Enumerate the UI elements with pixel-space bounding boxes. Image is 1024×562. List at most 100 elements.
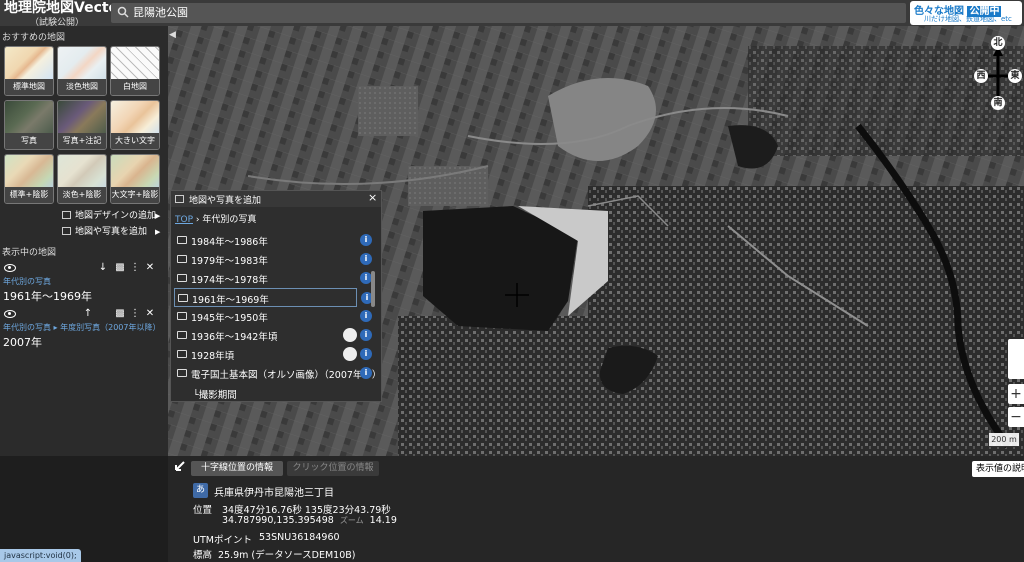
list-item-label: 1928年頃 xyxy=(191,351,235,362)
map-thumb-image xyxy=(5,155,53,189)
list-item[interactable]: 1928年頃 i xyxy=(174,345,372,364)
collapse-sidebar-button[interactable]: ◀ xyxy=(169,30,176,40)
map-thumb-label: 淡色+陰影 xyxy=(58,187,106,203)
list-item-label: 電子国土基本図（オルソ画像）（2007年〜） xyxy=(191,370,382,381)
pencil-icon[interactable] xyxy=(343,328,357,342)
map-thumb-photo-annotated[interactable]: 写真+注記 xyxy=(57,100,107,150)
map-thumb-standard-relief[interactable]: 標準+陰影 xyxy=(4,154,54,204)
compass-north: 北 xyxy=(991,36,1005,50)
map-thumb-photo[interactable]: 写真 xyxy=(4,100,54,150)
map-thumb-image xyxy=(111,101,159,135)
chevron-right-icon: ▶ xyxy=(155,228,161,236)
close-icon[interactable]: ✕ xyxy=(145,262,155,273)
list-item[interactable]: 1945年〜1950年 i xyxy=(174,307,372,326)
list-item[interactable]: 電子国土基本図（オルソ画像）（2007年〜） i xyxy=(174,364,381,383)
list-item[interactable]: 1984年〜1986年 i xyxy=(174,231,372,250)
info-icon[interactable]: i xyxy=(360,348,372,360)
pencil-icon[interactable] xyxy=(343,347,357,361)
map-thumb-image xyxy=(58,47,106,81)
layer-name: 1961年〜1969年 xyxy=(3,290,92,303)
position-decimal: 34.787990,135.395498 ズーム 14.19 xyxy=(222,515,397,526)
map-thumb-pale[interactable]: 淡色地図 xyxy=(57,46,107,96)
displayed-maps-title: 表示中の地図 xyxy=(2,248,57,258)
map-thumb-image xyxy=(5,47,53,81)
opacity-icon[interactable]: ▩ xyxy=(115,262,125,273)
info-icon[interactable]: i xyxy=(360,329,372,341)
opacity-icon[interactable]: ▩ xyxy=(115,308,125,319)
visibility-eye-icon[interactable] xyxy=(4,310,16,318)
list-item-label: 1984年〜1986年 xyxy=(191,237,268,248)
app-title[interactable]: 地理院地図Vector xyxy=(4,1,125,15)
search-box[interactable]: 昆陽池公園 xyxy=(111,3,906,23)
list-item-selected[interactable]: 1961年〜1969年 i xyxy=(174,288,373,307)
zoom-out-button[interactable]: − xyxy=(1008,407,1024,427)
add-map-design-label: 地図デザインの追加 xyxy=(75,211,157,221)
move-down-icon[interactable]: ↓ xyxy=(98,262,108,273)
map-thumb-label: 白地図 xyxy=(111,79,159,95)
add-map-design-link[interactable]: 地図デザインの追加 ▶ xyxy=(62,208,160,224)
position-decimal-value: 34.787990,135.395498 xyxy=(222,515,334,526)
photo-icon xyxy=(177,274,187,282)
add-map-photo-label: 地図や写真を追加 xyxy=(75,227,148,237)
list-item-label: 1936年〜1942年頃 xyxy=(191,332,278,343)
zoom-in-button[interactable]: + xyxy=(1008,384,1024,404)
layer-category[interactable]: 年代別の写真 xyxy=(3,276,51,287)
compass[interactable]: 北 西 東 南 xyxy=(974,36,1022,112)
move-up-icon[interactable]: ↑ xyxy=(83,308,93,319)
info-icon[interactable]: i xyxy=(360,367,372,379)
close-icon[interactable]: ✕ xyxy=(145,308,155,319)
photo-icon xyxy=(175,195,184,203)
map-thumb-label: 標準+陰影 xyxy=(5,187,53,203)
value-help-button[interactable]: 表示値の説明 xyxy=(972,461,1024,477)
close-icon[interactable]: × xyxy=(368,191,377,204)
list-item-label: 1961年〜1969年 xyxy=(192,295,269,306)
list-sub-item[interactable]: └撮影期間 xyxy=(193,387,237,401)
address-badge[interactable]: あ xyxy=(193,483,208,498)
chevron-right-icon: ▶ xyxy=(155,212,161,220)
elevation-label: 標高 xyxy=(193,550,213,561)
promo-banner[interactable]: 色々な地図 公開中 川だけ地図、鉄道地図、etc xyxy=(910,1,1022,25)
photo-icon xyxy=(177,236,187,244)
map-thumb-image xyxy=(58,155,106,189)
breadcrumb-separator: › xyxy=(193,215,203,225)
sidebar: おすすめの地図 標準地図 淡色地図 白地図 写真 写真+注記 大きい文字 標準+… xyxy=(0,26,168,456)
map-thumb-large-relief[interactable]: 大文字+陰影 xyxy=(110,154,160,204)
list-item[interactable]: 1936年〜1942年頃 i xyxy=(174,326,372,345)
add-map-photo-link[interactable]: 地図や写真を追加 ▶ xyxy=(62,224,160,240)
breadcrumb-top-link[interactable]: TOP xyxy=(175,215,193,225)
map-side-tools[interactable] xyxy=(1008,339,1024,379)
tab-click-info[interactable]: クリック位置の情報 xyxy=(287,461,379,476)
app-root: 地理院地図Vector （試験公開） 昆陽池公園 色々な地図 公開中 川だけ地図… xyxy=(0,0,1024,562)
list-item[interactable]: 1979年〜1983年 i xyxy=(174,250,372,269)
tab-crosshair-info[interactable]: 十字線位置の情報 xyxy=(191,461,283,476)
promo-subtitle: 川だけ地図、鉄道地図、etc xyxy=(924,15,1012,23)
map-thumb-image xyxy=(58,101,106,135)
search-icon xyxy=(117,6,129,18)
arrow-pointer-icon[interactable] xyxy=(172,460,186,474)
list-item-label: 1974年〜1978年 xyxy=(191,275,268,286)
scale-bar: 200 m xyxy=(988,433,1020,447)
photo-icon xyxy=(177,312,187,320)
list-item[interactable]: 1974年〜1978年 i xyxy=(174,269,372,288)
map-thumb-label: 大きい文字 xyxy=(111,133,159,149)
layer-name: 2007年 xyxy=(3,336,42,349)
position-label: 位置 xyxy=(193,505,213,516)
map-thumb-standard[interactable]: 標準地図 xyxy=(4,46,54,96)
panel-scrollbar[interactable] xyxy=(371,271,375,307)
design-icon xyxy=(62,211,71,219)
info-icon[interactable]: i xyxy=(360,253,372,265)
map-thumb-label: 写真 xyxy=(5,133,53,149)
map-thumb-large-text[interactable]: 大きい文字 xyxy=(110,100,160,150)
visibility-eye-icon[interactable] xyxy=(4,264,16,272)
layer-category[interactable]: 年代別の写真 ▸ 年度別写真（2007年以降） xyxy=(3,322,160,333)
map-thumb-pale-relief[interactable]: 淡色+陰影 xyxy=(57,154,107,204)
more-options-icon[interactable]: ⋮ xyxy=(130,262,140,273)
info-icon[interactable]: i xyxy=(360,310,372,322)
list-item-label: 1979年〜1983年 xyxy=(191,256,268,267)
info-icon[interactable]: i xyxy=(360,234,372,246)
search-input[interactable]: 昆陽池公園 xyxy=(133,3,188,23)
more-options-icon[interactable]: ⋮ xyxy=(130,308,140,319)
map-thumb-image xyxy=(111,47,159,81)
photo-icon xyxy=(178,294,188,302)
map-thumb-blank[interactable]: 白地図 xyxy=(110,46,160,96)
